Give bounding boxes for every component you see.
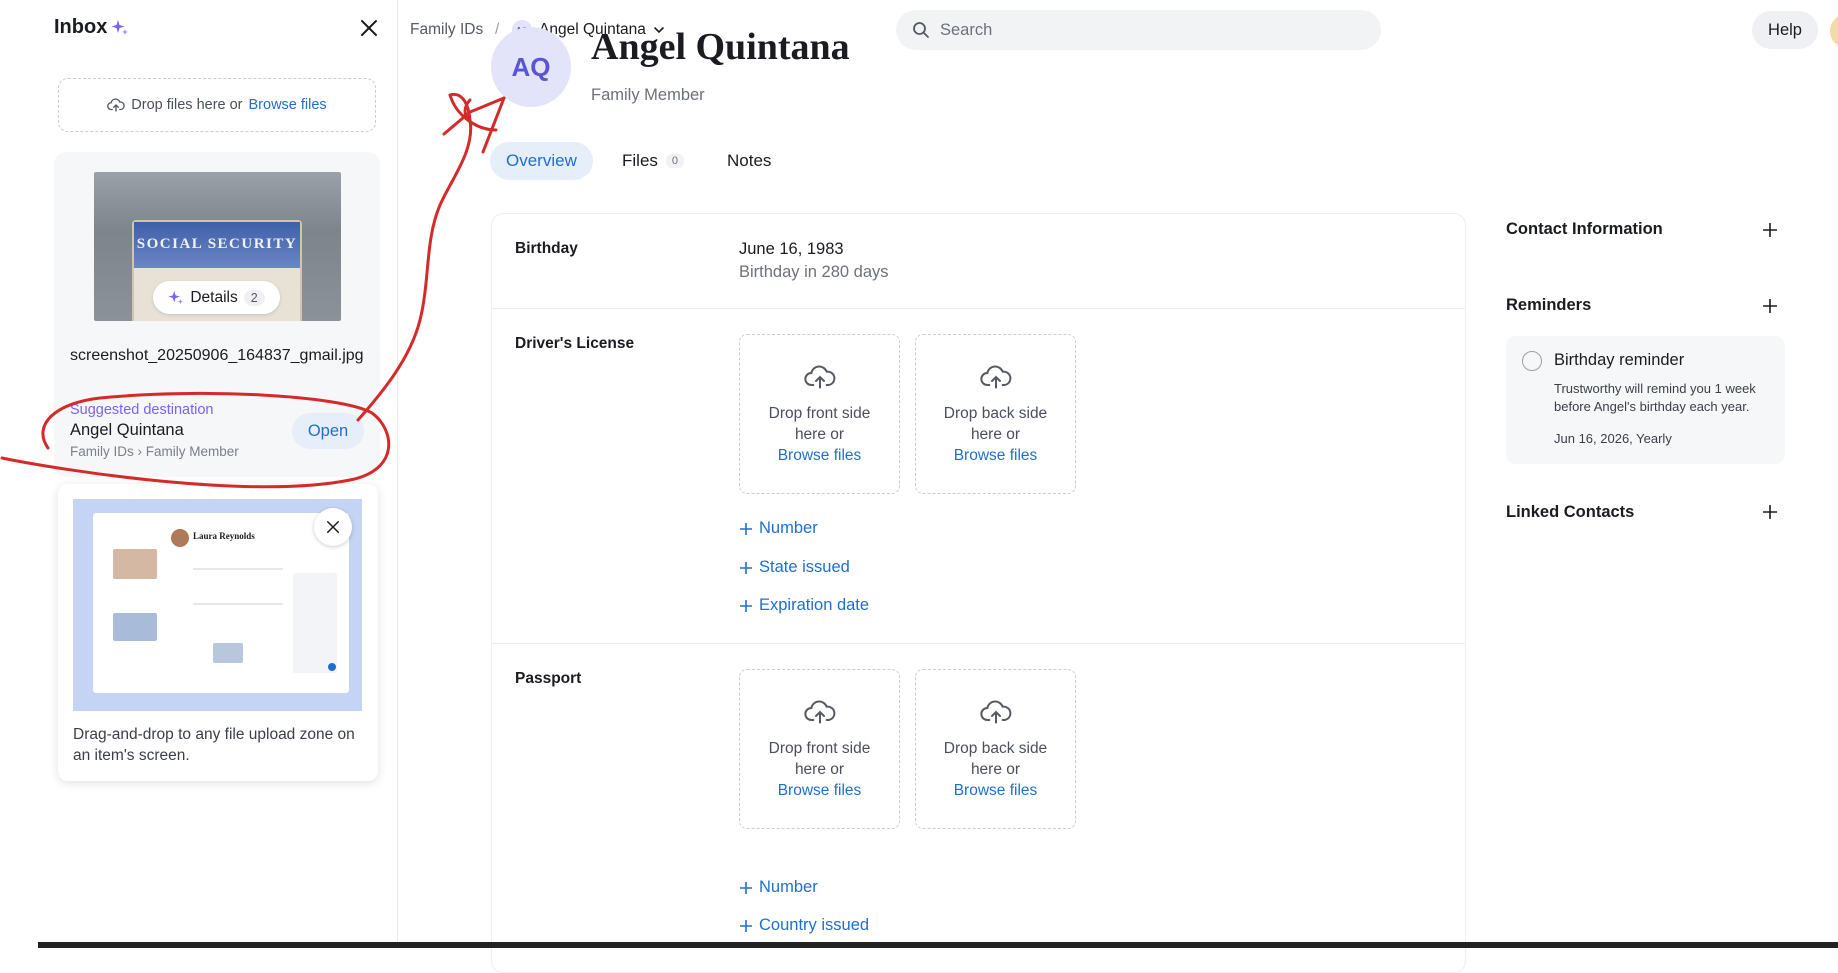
upload-text: here or [970, 760, 1021, 778]
reminder-description: Trustworthy will remind you 1 week befor… [1554, 381, 1756, 414]
plus-icon [740, 561, 752, 574]
plus-icon[interactable] [1759, 219, 1781, 241]
page-title: Angel Quintana [591, 26, 850, 68]
divider [492, 308, 1465, 309]
browse-files-link[interactable]: Browse files [954, 780, 1038, 801]
drivers-license-label: Driver's License [515, 335, 635, 352]
upload-cloud-icon [979, 700, 1011, 724]
reminder-date: Jun 16, 2026, Yearly [1554, 431, 1672, 446]
linked-contacts-title: Linked Contacts [1506, 503, 1635, 521]
plus-icon[interactable] [1759, 501, 1781, 523]
breadcrumb-family-ids[interactable]: Family IDs [410, 21, 483, 39]
birthday-date: June 16, 1983 [739, 240, 844, 258]
page-subtitle: Family Member [591, 86, 705, 104]
plus-icon [740, 881, 752, 894]
add-dl-expiration[interactable]: Expiration date [739, 596, 869, 615]
bottom-edge-bar [38, 942, 1838, 948]
browse-files-link[interactable]: Browse files [778, 780, 862, 801]
plus-icon [740, 919, 752, 932]
add-field-label: Number [759, 878, 818, 896]
file-name: screenshot_20250906_164837_gmail.jpg [70, 347, 364, 364]
profile-avatar: AQ [491, 27, 571, 107]
add-passport-number[interactable]: Number [739, 878, 818, 897]
details-count: 2 [243, 289, 265, 306]
plus-icon [740, 599, 752, 612]
details-label: Details [190, 288, 238, 306]
inbox-panel: Inbox Drop files here or Browse files SO… [0, 0, 398, 948]
user-avatar[interactable] [1830, 14, 1838, 48]
divider [492, 643, 1465, 644]
close-icon [327, 521, 339, 533]
close-icon[interactable] [357, 16, 381, 40]
details-button[interactable]: Details 2 [153, 281, 280, 314]
upload-text: Drop back side [943, 739, 1048, 757]
tip-text: Drag-and-drop to any file upload zone on… [73, 726, 355, 764]
suggested-destination-label: Suggested destination [70, 402, 214, 418]
tab-overview-label: Overview [506, 151, 577, 170]
birthday-countdown: Birthday in 280 days [739, 263, 889, 281]
passport-back-upload-zone[interactable]: Drop back side here or Browse files [915, 669, 1076, 829]
upload-cloud-icon [803, 700, 835, 724]
breadcrumb-separator: / [495, 21, 500, 38]
browse-files-link[interactable]: Browse files [778, 445, 862, 466]
reminder-title: Birthday reminder [1554, 351, 1685, 369]
add-field-label: Expiration date [759, 596, 870, 614]
dl-back-upload-zone[interactable]: Drop back side here or Browse files [915, 334, 1076, 494]
upload-text: Drop back side [943, 404, 1048, 422]
add-passport-country[interactable]: Country issued [739, 916, 869, 935]
add-field-label: Country issued [759, 916, 870, 934]
sparkle-icon [111, 19, 129, 35]
inbox-title-text: Inbox [54, 16, 108, 38]
inbox-title: Inbox [54, 16, 129, 39]
dropzone-text: Drop files here or [131, 97, 243, 113]
upload-cloud-icon [107, 98, 126, 112]
upload-text: Drop front side [768, 404, 871, 422]
upload-text: here or [794, 760, 845, 778]
birthday-label: Birthday [515, 240, 578, 257]
suggested-destination-path: Family IDs › Family Member [70, 444, 239, 459]
tab-files-label: Files [622, 151, 658, 170]
passport-front-upload-zone[interactable]: Drop front side here or Browse files [739, 669, 900, 829]
browse-files-link[interactable]: Browse files [954, 445, 1038, 466]
details-panel [491, 213, 1466, 973]
sparkle-icon [168, 290, 184, 304]
upload-cloud-icon [803, 365, 835, 389]
tab-overview[interactable]: Overview [490, 142, 593, 180]
tab-files-count: 0 [665, 154, 685, 168]
plus-icon[interactable] [1759, 295, 1781, 317]
add-field-label: Number [759, 519, 818, 537]
search-bar[interactable] [896, 10, 1381, 50]
upload-text: here or [970, 425, 1021, 443]
tab-notes[interactable]: Notes [711, 142, 787, 180]
passport-label: Passport [515, 670, 582, 687]
open-button[interactable]: Open [292, 413, 364, 449]
search-icon [913, 22, 929, 38]
tab-files[interactable]: Files 0 [606, 142, 700, 180]
tip-close-button[interactable] [314, 508, 352, 546]
tab-notes-label: Notes [727, 151, 772, 170]
upload-text: here or [794, 425, 845, 443]
inbox-dropzone[interactable]: Drop files here or Browse files [58, 78, 376, 132]
preview-name: Laura Reynolds [193, 531, 255, 541]
plus-icon [740, 522, 752, 535]
add-dl-number[interactable]: Number [739, 519, 818, 538]
browse-files-link[interactable]: Browse files [249, 97, 327, 113]
radio-icon[interactable] [1522, 351, 1542, 371]
upload-text: Drop front side [768, 739, 871, 757]
help-button[interactable]: Help [1752, 11, 1818, 49]
reminders-title: Reminders [1506, 296, 1592, 314]
upload-cloud-icon [979, 365, 1011, 389]
search-input[interactable] [940, 20, 1360, 40]
mini-app-preview: Laura Reynolds [93, 513, 349, 693]
add-field-label: State issued [759, 558, 850, 576]
contact-information-title: Contact Information [1506, 220, 1663, 238]
add-dl-state[interactable]: State issued [739, 558, 850, 577]
thumbnail-text: SOCIAL SECURITY [136, 236, 298, 252]
dl-front-upload-zone[interactable]: Drop front side here or Browse files [739, 334, 900, 494]
suggested-destination-name: Angel Quintana [70, 421, 184, 439]
